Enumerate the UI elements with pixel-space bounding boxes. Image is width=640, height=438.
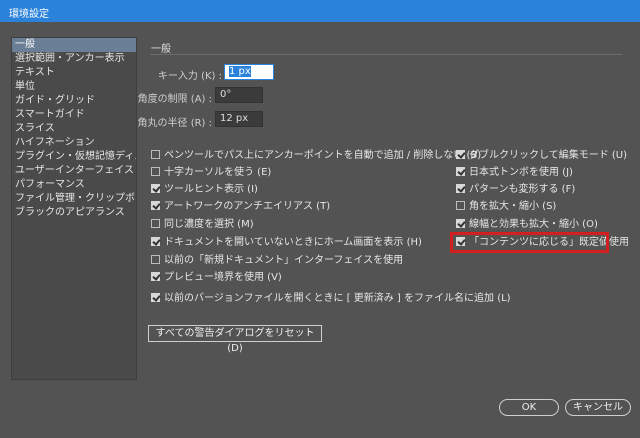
checkbox-box: [456, 219, 465, 228]
checkbox-box: [151, 150, 160, 159]
checkbox-label: ダブルクリックして編集モード (U): [469, 150, 628, 161]
checkbox-label: ペンツールでパス上にアンカーポイントを自動で追加 / 削除しない (B): [164, 150, 482, 161]
checkbox-label: ドキュメントを開いていないときにホーム画面を表示 (H): [164, 237, 422, 248]
section-divider: [150, 54, 622, 55]
preferences-sidebar: 一般 選択範囲・アンカー表示 テキスト 単位 ガイド・グリッド スマートガイド …: [11, 37, 137, 380]
checkbox-precise-cursors[interactable]: 十字カーソルを使う (E): [151, 166, 271, 180]
checkbox-pen-auto-add-delete[interactable]: ペンツールでパス上にアンカーポイントを自動で追加 / 削除しない (B): [151, 149, 481, 163]
checkbox-select-same-tint[interactable]: 同じ濃度を選択 (M): [151, 218, 254, 232]
sidebar-item-selection-anchor-display[interactable]: 選択範囲・アンカー表示: [12, 52, 136, 66]
constrain-angle-row: 角度の制限 (A) : 0°: [138, 87, 290, 105]
checkbox-box: [456, 167, 465, 176]
window-title: 環境設定: [9, 9, 49, 20]
sidebar-item-appearance-of-black[interactable]: ブラックのアピアランス: [12, 206, 136, 220]
sidebar-item-hyphenation[interactable]: ハイフネーション: [12, 136, 136, 150]
checkbox-anti-aliased-artwork[interactable]: アートワークのアンチエイリアス (T): [151, 200, 330, 214]
checkbox-box: [151, 219, 160, 228]
corner-radius-label: 角丸の半径 (R) :: [137, 118, 212, 129]
checkbox-scale-corners[interactable]: 角を拡大・縮小 (S): [456, 200, 556, 214]
checkbox-label: 角を拡大・縮小 (S): [469, 201, 557, 212]
constrain-angle-label: 角度の制限 (A) :: [137, 94, 212, 105]
checkbox-append-converted[interactable]: 以前のバージョンファイルを開くときに [ 更新済み ] をファイル名に追加 (L…: [151, 292, 511, 306]
checkbox-use-preview-bounds[interactable]: プレビュー境界を使用 (V): [151, 271, 282, 285]
checkbox-transform-pattern-tiles[interactable]: パターンも変形する (F): [456, 183, 575, 197]
checkbox-show-tool-tips[interactable]: ツールヒント表示 (I): [151, 183, 258, 197]
key-input-value: 1 px: [229, 66, 251, 77]
checkbox-label: 線幅と効果も拡大・縮小 (O): [469, 219, 598, 230]
sidebar-item-plugins-scratch-disks[interactable]: プラグイン・仮想記憶ディスク: [12, 150, 136, 164]
checkbox-box: [151, 293, 160, 302]
constrain-angle-field[interactable]: 0°: [215, 87, 263, 103]
sidebar-item-user-interface[interactable]: ユーザーインターフェイス: [12, 164, 136, 178]
highlight-annotation-box: [450, 232, 609, 253]
checkbox-label: 以前のバージョンファイルを開くときに [ 更新済み ] をファイル名に追加 (L…: [164, 293, 511, 304]
sidebar-item-type[interactable]: テキスト: [12, 66, 136, 80]
checkbox-box: [151, 201, 160, 210]
checkbox-label: 日本式トンボを使用 (J): [469, 167, 573, 178]
checkbox-label: プレビュー境界を使用 (V): [164, 272, 282, 283]
sidebar-item-performance[interactable]: パフォーマンス: [12, 178, 136, 192]
key-input-label: キー入力 (K) :: [157, 71, 222, 82]
checkbox-label: 同じ濃度を選択 (M): [164, 219, 254, 230]
key-input-row: キー入力 (K) : 1 px: [150, 64, 290, 82]
sidebar-item-smart-guides[interactable]: スマートガイド: [12, 108, 136, 122]
corner-radius-row: 角丸の半径 (R) : 12 px: [138, 111, 290, 129]
sidebar-item-general[interactable]: 一般: [12, 38, 136, 52]
checkbox-japanese-crop-marks[interactable]: 日本式トンボを使用 (J): [456, 166, 573, 180]
checkbox-label: ツールヒント表示 (I): [164, 184, 258, 195]
checkbox-label: アートワークのアンチエイリアス (T): [164, 201, 331, 212]
checkbox-box: [456, 150, 465, 159]
checkbox-box: [151, 184, 160, 193]
title-bar: 環境設定: [0, 0, 640, 22]
section-title: 一般: [151, 44, 171, 55]
checkbox-label: 十字カーソルを使う (E): [164, 167, 272, 178]
checkbox-box: [456, 201, 465, 210]
checkbox-double-click-isolate[interactable]: ダブルクリックして編集モード (U): [456, 149, 627, 163]
checkbox-box: [151, 255, 160, 264]
checkbox-box: [151, 237, 160, 246]
sidebar-item-units[interactable]: 単位: [12, 80, 136, 94]
checkbox-legacy-new-document[interactable]: 以前の「新規ドキュメント」インターフェイスを使用: [151, 254, 403, 268]
sidebar-item-file-handling-clipboard[interactable]: ファイル管理・クリップボード: [12, 192, 136, 206]
checkbox-show-home-screen[interactable]: ドキュメントを開いていないときにホーム画面を表示 (H): [151, 236, 422, 250]
checkbox-label: パターンも変形する (F): [469, 184, 576, 195]
sidebar-item-slices[interactable]: スライス: [12, 122, 136, 136]
checkbox-box: [151, 272, 160, 281]
checkbox-label: 以前の「新規ドキュメント」インターフェイスを使用: [164, 255, 404, 266]
ok-button[interactable]: OK: [499, 399, 559, 416]
reset-warning-dialogs-button[interactable]: すべての警告ダイアログをリセット (D): [148, 325, 322, 354]
corner-radius-field[interactable]: 12 px: [215, 111, 263, 127]
sidebar-item-guides-grid[interactable]: ガイド・グリッド: [12, 94, 136, 108]
checkbox-box: [456, 184, 465, 193]
cancel-button[interactable]: キャンセル: [565, 399, 631, 416]
key-input-field[interactable]: 1 px: [224, 64, 274, 80]
checkbox-scale-strokes-effects[interactable]: 線幅と効果も拡大・縮小 (O): [456, 218, 598, 232]
checkbox-box: [151, 167, 160, 176]
